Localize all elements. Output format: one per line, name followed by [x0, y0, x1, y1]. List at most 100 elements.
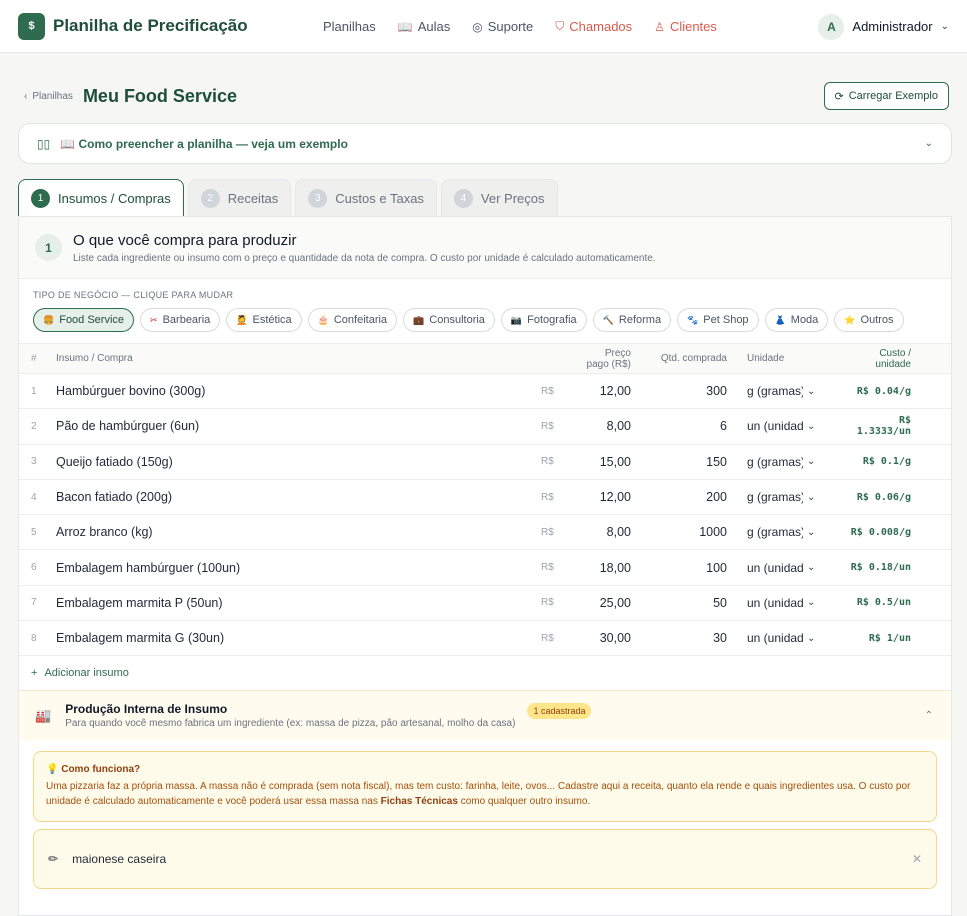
currency-prefix: R$: [541, 620, 581, 657]
chip-outros[interactable]: ⭐ Outros: [834, 308, 904, 332]
how-it-works-title: 💡 Como funciona?: [46, 764, 141, 776]
price-input[interactable]: 8,00: [581, 408, 641, 445]
price-input[interactable]: 18,00: [581, 549, 641, 586]
page-title: Meu Food Service: [82, 85, 237, 106]
tab-insumos[interactable]: 1 Insumos / Compras: [18, 179, 184, 216]
how-it-works-text: Uma pizzaria faz a própria massa. A mass…: [46, 780, 924, 809]
chip-fotografia[interactable]: 📷 Fotografia: [500, 308, 587, 332]
chevron-up-icon: ⌃: [924, 710, 933, 722]
price-input[interactable]: 12,00: [581, 373, 641, 410]
top-navbar: $ Planilha de Precificação Planilhas 📖 Au…: [0, 0, 967, 53]
price-input[interactable]: 8,00: [581, 514, 641, 551]
chevron-down-icon: ⌄: [807, 526, 816, 538]
tab-custos[interactable]: 3 Custos e Taxas: [295, 179, 437, 216]
name-input[interactable]: Embalagem hambúrguer (100un): [56, 549, 541, 586]
header-rs-spacer: [541, 343, 581, 374]
dollar-logo-icon: $: [18, 12, 45, 40]
chip-barbearia[interactable]: ✂ Barbearia: [140, 308, 221, 332]
nav-suporte[interactable]: ◎ Suporte: [472, 19, 533, 34]
chip-estetica[interactable]: 💆 Estética: [226, 308, 302, 332]
nav-chamados[interactable]: ⛉ Chamados: [555, 19, 632, 34]
qty-input[interactable]: 150: [641, 444, 741, 480]
name-input[interactable]: Embalagem marmita P (50un): [56, 585, 541, 622]
qty-input[interactable]: 200: [641, 479, 741, 516]
info-text-2: como qualquer outro insumo.: [457, 795, 591, 807]
row-num: 2: [19, 408, 56, 445]
tab-number: 3: [308, 188, 328, 208]
production-accordion[interactable]: 🏭 Produção Interna de Insumo Para quando…: [19, 690, 951, 741]
howto-accordion[interactable]: ▯▯ 📖 Como preencher a planilha — veja um…: [18, 123, 952, 164]
unit-select[interactable]: g (gramas) ⌄: [741, 514, 841, 551]
unit-select[interactable]: un (unidade) ⌄: [741, 620, 841, 657]
cake-icon: 🎂: [317, 314, 329, 325]
qty-input[interactable]: 6: [641, 408, 741, 445]
unit-select[interactable]: un (unidade) ⌄: [741, 585, 841, 622]
chip-reforma[interactable]: 🔨 Reforma: [592, 308, 672, 332]
people-icon: ♙: [654, 19, 665, 34]
recipe-name-input[interactable]: maionese caseira: [72, 852, 166, 866]
unit-select[interactable]: g (gramas) ⌄: [741, 444, 841, 480]
close-icon[interactable]: ✕: [912, 852, 922, 866]
step-title: O que você compra para produzir: [73, 231, 297, 249]
tab-precos[interactable]: 4 Ver Preços: [440, 179, 558, 216]
nav-clientes-label: Clientes: [669, 19, 717, 34]
nav-planilhas[interactable]: Planilhas: [323, 19, 376, 34]
breadcrumb[interactable]: ‹ Planilhas: [24, 91, 73, 102]
chip-label: Fotografia: [527, 314, 577, 326]
unit-select[interactable]: un (unidade) ⌄: [741, 549, 841, 586]
chip-moda[interactable]: 👗 Moda: [764, 308, 829, 332]
brand-name: Planilha de Precificação: [53, 16, 248, 35]
qty-input[interactable]: 300: [641, 373, 741, 410]
name-input[interactable]: Embalagem marmita G (30un): [56, 620, 541, 657]
hammer-icon: 🔨: [602, 314, 614, 325]
nav-aulas[interactable]: 📖 Aulas: [398, 19, 450, 34]
chip-label: Barbearia: [162, 314, 211, 326]
chip-consultoria[interactable]: 💼 Consultoria: [403, 308, 495, 332]
chevron-down-icon: ⌄: [940, 21, 949, 32]
load-example-label: Carregar Exemplo: [848, 90, 938, 102]
nav-links: Planilhas 📖 Aulas ◎ Suporte ⛉ Chamados ♙ Cli…: [323, 0, 717, 53]
name-input[interactable]: Pão de hambúrguer (6un): [56, 408, 541, 445]
price-input[interactable]: 25,00: [581, 585, 641, 622]
unit-cost: R$ 1.3333/un: [841, 408, 951, 445]
briefcase-icon: 💼: [413, 314, 425, 325]
unit-select[interactable]: un (unidade) ⌄: [741, 408, 841, 445]
brand[interactable]: $ Planilha de Precificação: [18, 12, 248, 40]
qty-input[interactable]: 100: [641, 549, 741, 586]
support-icon: ◎: [472, 19, 483, 34]
header-num: #: [19, 343, 56, 374]
unit-value: un (unidade): [747, 631, 803, 646]
nav-clientes[interactable]: ♙ Clientes: [654, 19, 717, 34]
burger-icon: 🍔: [43, 314, 55, 325]
chip-confeitaria[interactable]: 🎂 Confeitaria: [307, 308, 398, 332]
unit-select[interactable]: g (gramas) ⌄: [741, 479, 841, 516]
chevron-down-icon: ⌄: [807, 562, 816, 574]
business-type: TIPO DE NEGÓCIO — CLIQUE PARA MUDAR 🍔 Foo…: [19, 279, 951, 332]
currency-prefix: R$: [541, 549, 581, 586]
table-row: 7 Embalagem marmita P (50un) R$ 25,00 50…: [19, 585, 951, 622]
chip-food-service[interactable]: 🍔 Food Service: [33, 308, 135, 332]
add-insumo-button[interactable]: + Adicionar insumo: [19, 656, 951, 690]
price-input[interactable]: 15,00: [581, 444, 641, 480]
user-menu[interactable]: A Administrador ⌄: [818, 0, 949, 53]
chevron-down-icon: ⌄: [807, 385, 816, 397]
price-input[interactable]: 30,00: [581, 620, 641, 657]
unit-value: un (unidade): [747, 595, 803, 610]
load-example-button[interactable]: ⟳ Carregar Exemplo: [823, 82, 949, 110]
tab-receitas[interactable]: 2 Receitas: [187, 179, 292, 216]
chip-pet-shop[interactable]: 🐾 Pet Shop: [677, 308, 759, 332]
unit-value: g (gramas): [747, 454, 803, 469]
tab-number: 2: [200, 188, 220, 208]
name-input[interactable]: Queijo fatiado (150g): [56, 444, 541, 480]
unit-select[interactable]: g (gramas) ⌄: [741, 373, 841, 410]
name-input[interactable]: Arroz branco (kg): [56, 514, 541, 551]
name-input[interactable]: Bacon fatiado (200g): [56, 479, 541, 516]
row-num: 5: [19, 514, 56, 551]
qty-input[interactable]: 50: [641, 585, 741, 622]
internal-recipe-card[interactable]: ✏ maionese caseira ✕: [33, 829, 937, 890]
status-badge: 1 cadastrada: [527, 702, 592, 719]
qty-input[interactable]: 30: [641, 620, 741, 657]
price-input[interactable]: 12,00: [581, 479, 641, 516]
name-input[interactable]: Hambúrguer bovino (300g): [56, 373, 541, 410]
qty-input[interactable]: 1000: [641, 514, 741, 551]
